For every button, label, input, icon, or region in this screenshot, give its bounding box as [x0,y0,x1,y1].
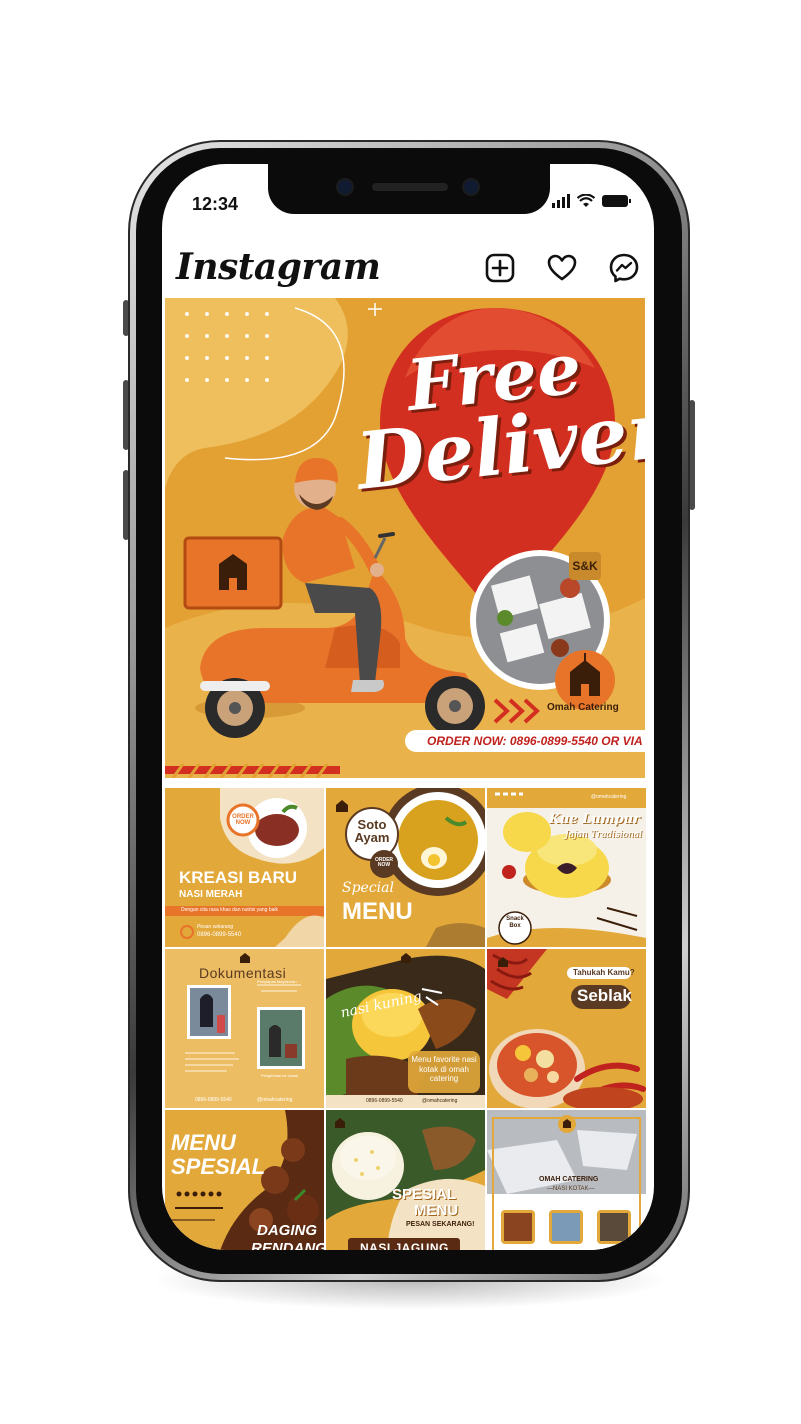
notch [268,164,550,214]
grid-post-nasi-kuning[interactable]: nasi kuning Menu favorite nasi kotak di … [326,949,485,1108]
post-grid: ORDER NOW KREASI BARU NASI MERAH Dengan … [165,788,646,1250]
header-actions [484,252,640,284]
camera-icon [338,180,352,194]
grid-post-nasi-kotak[interactable]: OMAH CATERING —NASI KOTAK— [487,1110,646,1250]
speaker-grille [372,183,448,191]
grid-post-daging-rendang[interactable]: MENU SPESIAL DAGING RENDANG [165,1110,324,1250]
grid-post-kue-lumpur[interactable]: @omahcatering Kue Lumpur Jajan Tradision… [487,788,646,947]
dish-name: Soto Ayam [354,817,390,845]
contact-phone: 0896-0899-5540 [197,932,242,938]
signal-icon [552,194,570,208]
wifi-icon [577,194,595,207]
tile-sub: PESAN SEKARANG! [406,1221,475,1228]
tile-title: KREASI BARU [179,868,298,887]
tile-title: SPESIAL [392,1186,457,1203]
phone-number: 0896-0899-5540 [366,1098,403,1104]
tile-art [326,953,485,1108]
tile-brand: OMAH CATERING [539,1176,599,1183]
battery-icon [602,195,631,207]
brand-label: Omah Catering [547,702,619,713]
phone-number: 0896-0899-5540 [195,1097,232,1103]
grid-post-seblak[interactable]: Tahukah Kamu? Seblak [487,949,646,1108]
order-badge: ORDER NOW [374,857,394,868]
handle: @omahcatering [257,1097,293,1103]
tile-title: MENU [342,898,413,925]
tile-question: Tahukah Kamu? [573,968,635,977]
instagram-logo[interactable]: Instagram [176,246,381,288]
grid-post-soto-ayam[interactable]: Soto Ayam ORDER NOW Special MENU [326,788,485,947]
contact-label: Pesan sekarang [197,924,234,930]
tile-sub: —NASI KOTAK— [547,1186,595,1192]
messenger-icon[interactable] [608,252,640,284]
heart-icon[interactable] [546,252,578,284]
tile-subtitle: Jajan Tradisional [565,830,643,840]
tile-subtitle: SPESIAL [171,1154,266,1179]
status-icons [552,194,631,208]
sk-badge: S&K [569,552,601,580]
dish-name: NASI JAGUNG [360,1241,449,1250]
tile-subtitle: NASI MERAH [179,889,243,900]
tile-note: Dengan cita rasa khas dan nutrisi yang b… [181,907,279,913]
dish-line-1: DAGING [257,1222,317,1239]
order-badge: ORDER NOW [232,814,254,826]
sensor-icon [464,180,478,194]
handle: @omahcatering [422,1098,458,1104]
grid-post-dokumentasi[interactable]: Dokumentasi Penyiapan tasyakuran Pengiri… [165,949,324,1108]
free-delivery-title: Free Delivery [346,326,645,507]
grid-post-nasi-jagung[interactable]: SPESIAL MENU PESAN SEKARANG! NASI JAGUNG [326,1110,485,1250]
status-time: 12:34 [192,194,239,214]
tile-art [326,1110,485,1250]
instagram-header: Instagram [162,240,654,300]
tile-title: MENU [171,1130,236,1155]
photo-caption-2: Pengiriman ke lokasi [261,1073,298,1078]
grid-post-nasi-merah[interactable]: ORDER NOW KREASI BARU NASI MERAH Dengan … [165,788,324,947]
handle: @omahcatering [591,794,627,800]
main-post[interactable]: Free Delivery S&K Omah Catering ORDER NO… [165,298,645,778]
photo-caption-1: Penyiapan tasyakuran [257,979,297,984]
snack-box-badge: Snack Box [506,916,524,929]
dish-line-2: RENDANG [251,1240,324,1250]
tile-title: Seblak [577,986,632,1005]
add-post-icon[interactable] [484,252,516,284]
tile-desc: Menu favorite nasi kotak di omah caterin… [411,1055,477,1084]
tile-script: Special [342,880,394,896]
order-now-text: ORDER NOW: 0896-0899-5540 OR VIA APP! [427,734,645,748]
tile-title: Kue Lumpur [549,812,640,827]
phone-screen: 12:34 Instagram Free Delivery S&K Omah C… [162,164,654,1250]
tile-subtitle: MENU [414,1202,459,1219]
